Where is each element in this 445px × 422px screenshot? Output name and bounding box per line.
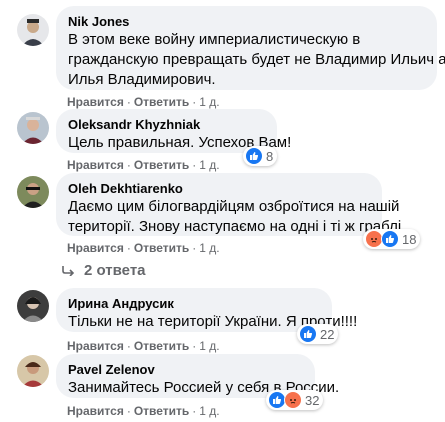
avatar[interactable] — [17, 290, 49, 322]
like-button[interactable]: Нравится — [67, 158, 124, 172]
reply-button[interactable]: Ответить — [134, 241, 189, 255]
comment-text-line: Тільки не на території України. Я проти!… — [68, 313, 358, 330]
comment-author[interactable]: Ирина Андрусик — [68, 296, 320, 312]
reaction-count: 22 — [320, 326, 335, 342]
reaction-summary[interactable]: 8 — [243, 146, 278, 166]
avatar[interactable] — [17, 355, 49, 387]
reply-button[interactable]: Ответить — [134, 95, 189, 109]
comment-text-line: Илья Владимирович. — [68, 71, 216, 88]
like-icon — [245, 147, 263, 165]
comment-bubble: Oleh Dekhtiarenko Даємо цим білогвардійц… — [56, 173, 406, 236]
like-button[interactable]: Нравится — [67, 241, 124, 255]
view-replies-button[interactable]: 2 ответа — [62, 262, 146, 279]
comment-actions: Нравится · Ответить · 1 д. — [67, 158, 220, 172]
comment-author[interactable]: Oleksandr Khyzhniak — [68, 117, 265, 133]
comment-text-line: Даємо цим білогвардійцям озброїтися на н… — [68, 198, 400, 215]
comment-author[interactable]: Pavel Zelenov — [68, 362, 303, 378]
comment-text-line: Цель правильная. Успехов Вам! — [68, 134, 292, 151]
comment-actions: Нравится · Ответить · 1 д. — [67, 95, 220, 109]
like-button[interactable]: Нравится — [67, 339, 124, 353]
like-icon — [299, 325, 317, 343]
comment-text-line: В этом веке войну империалистическую в — [68, 31, 361, 48]
comment-actions: Нравится · Ответить · 1 д. — [67, 404, 220, 418]
timestamp[interactable]: 1 д. — [199, 339, 219, 353]
reply-button[interactable]: Ответить — [134, 158, 189, 172]
comment-text-line: гражданскую превращать будет не Владимир… — [68, 51, 445, 68]
timestamp[interactable]: 1 д. — [199, 95, 219, 109]
timestamp[interactable]: 1 д. — [199, 241, 219, 255]
like-button[interactable]: Нравится — [67, 404, 124, 418]
comment-text-line: території. Знову наступаємо на одні і ті… — [68, 218, 406, 235]
comment-actions: Нравится · Ответить · 1 д. — [67, 241, 220, 255]
avatar[interactable] — [17, 112, 49, 144]
timestamp[interactable]: 1 д. — [199, 158, 219, 172]
avatar[interactable] — [17, 176, 49, 208]
like-icon — [381, 230, 399, 248]
like-button[interactable]: Нравится — [67, 95, 124, 109]
comment-bubble: Nik Jones В этом веке войну империалисти… — [56, 6, 445, 90]
comment-author[interactable]: Nik Jones — [68, 14, 425, 30]
reply-button[interactable]: Ответить — [134, 339, 189, 353]
reaction-summary[interactable]: 32 — [266, 390, 324, 410]
reaction-summary[interactable]: 18 — [363, 229, 421, 249]
angry-icon — [284, 391, 302, 409]
timestamp[interactable]: 1 д. — [199, 404, 219, 418]
comment-author[interactable]: Oleh Dekhtiarenko — [68, 181, 370, 197]
avatar[interactable] — [17, 14, 49, 46]
replies-label: 2 ответа — [84, 262, 146, 279]
reaction-count: 18 — [402, 231, 417, 247]
reaction-count: 8 — [266, 148, 274, 164]
reply-arrow-icon — [62, 265, 75, 276]
comment-actions: Нравится · Ответить · 1 д. — [67, 339, 220, 353]
comment-bubble: Ирина Андрусик Тільки не на території Ук… — [56, 288, 358, 332]
comment-bubble: Oleksandr Khyzhniak Цель правильная. Усп… — [56, 109, 292, 153]
reaction-summary[interactable]: 22 — [297, 324, 339, 344]
reply-button[interactable]: Ответить — [134, 404, 189, 418]
reaction-count: 32 — [305, 392, 320, 408]
